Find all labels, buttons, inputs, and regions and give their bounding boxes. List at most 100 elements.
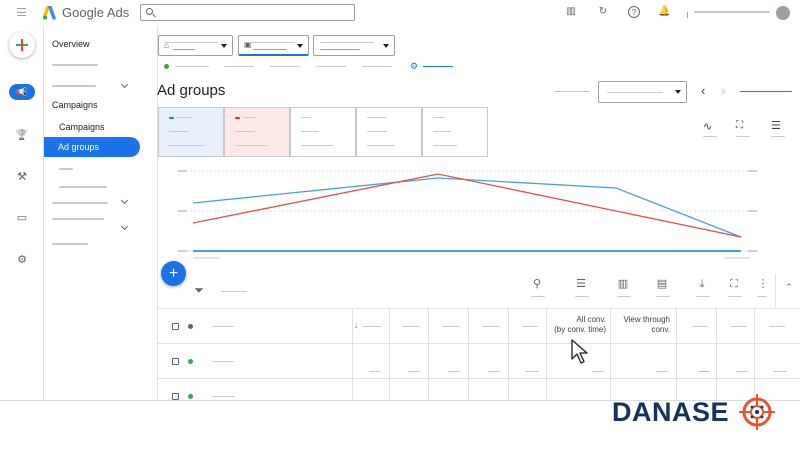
column-header-placeholder[interactable] — [769, 326, 785, 327]
column-header-view-through-conv[interactable]: View through conv. — [614, 315, 670, 335]
search-icon[interactable]: ⚲ — [530, 277, 544, 291]
google-ads-logo — [43, 6, 56, 20]
cell-placeholder — [408, 371, 420, 372]
kpi-card[interactable] — [290, 107, 356, 157]
chevron-down-icon[interactable] — [120, 196, 129, 205]
kpi-label-placeholder — [433, 117, 445, 118]
icon-label-placeholder — [656, 296, 670, 297]
column-header-placeholder[interactable] — [731, 326, 747, 327]
rail-item-campaigns[interactable]: 📢 — [9, 84, 35, 100]
reports-icon[interactable]: ▤ — [655, 277, 669, 291]
main-content: ⌂ ▣ ⚙ Ad groups ‹ › ∿ ⛶ ☰ + ⏷ ⚲ ☰ ▥ ▤ ⤓ … — [157, 26, 800, 400]
line-chart-icon[interactable]: ∿ — [703, 120, 712, 133]
help-icon[interactable]: ? — [628, 6, 640, 18]
date-range-link[interactable] — [740, 91, 792, 92]
selector-placeholder — [245, 42, 295, 43]
kpi-card[interactable] — [356, 107, 422, 157]
nav-item-campaigns[interactable]: Campaigns — [59, 122, 105, 132]
column-header-placeholder[interactable] — [522, 326, 538, 327]
kpi-card[interactable] — [158, 107, 224, 157]
trophy-icon: 🏆 — [15, 130, 29, 141]
rail-item-billing[interactable]: ▭ — [9, 210, 35, 226]
status-placeholder[interactable] — [362, 66, 392, 67]
filter-placeholder[interactable] — [221, 291, 247, 292]
download-icon[interactable]: ⤓ — [695, 277, 709, 291]
watermark-brand: DANASE — [612, 397, 729, 428]
nav-placeholder[interactable] — [52, 243, 88, 245]
chevron-up-icon[interactable]: ⌃ — [782, 280, 796, 294]
kpi-value-placeholder — [433, 131, 451, 132]
nav-placeholder — [52, 64, 98, 66]
header-text: View through — [623, 315, 670, 324]
table-row[interactable] — [158, 344, 800, 379]
sort-arrow-down-icon[interactable]: ↓ — [354, 321, 358, 330]
cell-placeholder — [448, 371, 460, 372]
cell-placeholder[interactable] — [212, 396, 234, 397]
nav-panel: Overview Campaigns Campaigns Ad groups — [44, 26, 158, 400]
account-selector[interactable]: ⌂ — [158, 35, 233, 56]
nav-placeholder[interactable] — [52, 85, 96, 87]
column-header-placeholder[interactable] — [482, 326, 500, 327]
columns-icon[interactable]: ▥ — [616, 277, 630, 291]
kpi-card[interactable] — [224, 107, 290, 157]
kpi-card[interactable] — [422, 107, 488, 157]
chevron-left-icon[interactable]: ‹ — [701, 83, 705, 98]
rail-item-tools[interactable]: ⚒ — [9, 169, 35, 185]
caret-down-icon — [675, 90, 681, 94]
column-divider — [716, 308, 717, 400]
status-placeholder[interactable] — [270, 66, 300, 67]
expand-icon[interactable]: ⛶ — [736, 120, 743, 131]
column-header-placeholder[interactable] — [692, 326, 708, 327]
column-header-placeholder[interactable] — [402, 326, 420, 327]
nav-placeholder[interactable] — [59, 168, 73, 170]
chevron-right-icon[interactable]: › — [721, 83, 725, 98]
row-checkbox[interactable] — [172, 358, 179, 365]
selector-placeholder — [320, 49, 360, 50]
cell-placeholder[interactable] — [212, 361, 234, 362]
segment-icon[interactable]: ☰ — [574, 277, 588, 291]
create-button[interactable] — [9, 32, 35, 58]
nav-section-campaigns[interactable]: Campaigns — [52, 100, 98, 110]
nav-item-ad-groups[interactable]: Ad groups — [44, 137, 140, 157]
rail-item-admin[interactable]: ⚙ — [9, 252, 35, 268]
nav-placeholder[interactable] — [59, 186, 107, 188]
date-range-picker[interactable] — [598, 81, 687, 103]
more-vert-icon[interactable]: ⋮ — [756, 277, 770, 291]
status-placeholder[interactable] — [224, 66, 254, 67]
caret-down-icon — [383, 44, 389, 48]
adjust-icon[interactable]: ☰ — [771, 119, 781, 132]
avatar[interactable] — [776, 6, 790, 20]
notifications-bell-icon[interactable]: 🔔 — [658, 6, 670, 18]
select-all-checkbox[interactable] — [172, 323, 179, 330]
column-header-placeholder[interactable] — [442, 326, 460, 327]
settings-link-placeholder[interactable] — [423, 66, 453, 67]
row-checkbox[interactable] — [172, 393, 179, 400]
credit-card-icon: ▭ — [16, 212, 28, 224]
campaign-selector[interactable]: ▣ — [238, 35, 309, 56]
search-input[interactable] — [140, 4, 355, 21]
ad-group-selector[interactable] — [313, 35, 395, 56]
icon-label-placeholder — [696, 296, 710, 297]
chevron-down-icon[interactable] — [120, 80, 129, 89]
kpi-label-placeholder — [177, 117, 193, 118]
nav-item-overview[interactable]: Overview — [52, 39, 90, 49]
kpi-sub-placeholder — [301, 145, 333, 146]
gear-icon[interactable]: ⚙ — [410, 61, 418, 72]
nav-placeholder[interactable] — [52, 218, 104, 220]
column-header-placeholder[interactable] — [212, 326, 234, 327]
menu-icon[interactable] — [17, 8, 26, 16]
selector-placeholder — [320, 42, 374, 43]
column-header-all-conv[interactable]: All conv. (by conv. time) — [550, 315, 606, 335]
nav-placeholder[interactable] — [52, 202, 108, 204]
reports-icon[interactable]: ▥ — [565, 6, 577, 18]
kpi-value-placeholder — [235, 131, 255, 132]
expand-icon[interactable]: ⛶ — [727, 277, 741, 291]
chevron-down-icon[interactable] — [120, 222, 129, 231]
column-header-placeholder[interactable] — [363, 326, 381, 327]
header-subtext: conv. — [651, 325, 670, 334]
filter-icon[interactable]: ⏷ — [192, 283, 206, 297]
column-divider — [468, 308, 469, 400]
refresh-icon[interactable]: ↻ — [597, 6, 609, 18]
status-placeholder[interactable] — [316, 66, 346, 67]
rail-item-goals[interactable]: 🏆 — [9, 127, 35, 143]
